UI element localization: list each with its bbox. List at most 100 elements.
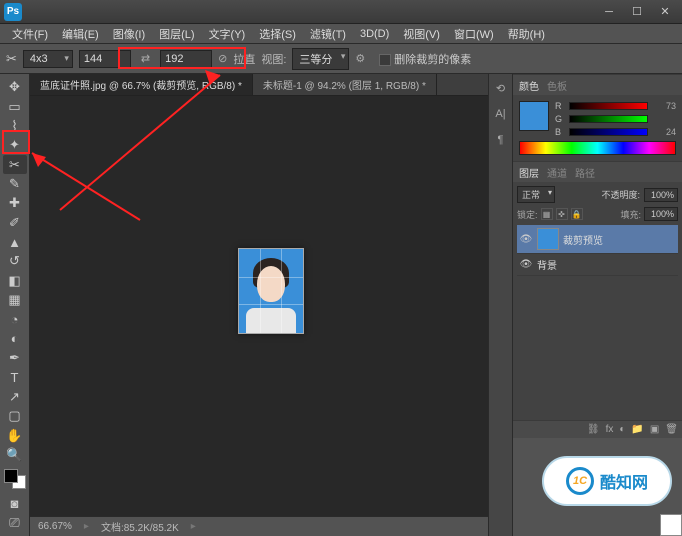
layers-tab[interactable]: 图层 xyxy=(519,165,539,180)
menu-image[interactable]: 图像(I) xyxy=(107,24,151,44)
quickmask-tool[interactable]: ◙ xyxy=(3,494,27,512)
close-button[interactable]: ✕ xyxy=(652,3,678,21)
swatches-tab[interactable]: 色板 xyxy=(547,78,567,93)
healing-tool[interactable]: ✚ xyxy=(3,194,27,212)
eyedropper-tool[interactable]: ✎ xyxy=(3,175,27,193)
crop-tool[interactable]: ✂ xyxy=(3,155,27,173)
menu-filter[interactable]: 滤镜(T) xyxy=(304,24,352,44)
minimize-button[interactable]: ─ xyxy=(596,3,622,21)
lasso-tool[interactable]: ⌇ xyxy=(3,117,27,135)
fx-icon[interactable]: fx xyxy=(606,424,614,435)
document-tabs: 蓝底证件照.jpg @ 66.7% (裁剪预览, RGB/8) * 未标题-1 … xyxy=(30,74,512,96)
visibility-icon[interactable]: 👁 xyxy=(519,259,533,270)
fill-input[interactable]: 100% xyxy=(644,207,678,221)
hue-strip[interactable] xyxy=(519,141,676,155)
gradient-tool[interactable]: ▦ xyxy=(3,291,27,309)
watermark: 1C 酷知网 xyxy=(542,456,672,506)
stamp-tool[interactable]: ▲ xyxy=(3,233,27,251)
menu-view[interactable]: 视图(V) xyxy=(397,24,446,44)
dodge-tool[interactable]: ◐ xyxy=(3,330,27,348)
move-tool[interactable]: ✥ xyxy=(3,78,27,96)
brush-tool[interactable]: ✐ xyxy=(3,214,27,232)
options-bar: ✂ 4x3 144 ⇄ 192 ⊘ 拉直 视图: 三等分 ⚙ 删除裁剪的像素 xyxy=(0,44,682,74)
zoom-level[interactable]: 66.67% xyxy=(38,521,72,532)
history-icon[interactable]: ⟲ xyxy=(493,80,509,96)
paths-tab[interactable]: 路径 xyxy=(575,165,595,180)
layers-panel: 图层 通道 路径 正常 不透明度: 100% 锁定: ▦ ✜ 🔒 填充: xyxy=(513,161,682,438)
zoom-tool[interactable]: 🔍 xyxy=(3,446,27,464)
link-icon[interactable]: ⛓ xyxy=(587,424,600,435)
layer-thumbnail[interactable] xyxy=(537,228,559,250)
layer-row[interactable]: 👁 裁剪预览 xyxy=(517,225,678,254)
canvas-image[interactable] xyxy=(238,248,304,334)
layer-name[interactable]: 背景 xyxy=(537,257,557,272)
layer-row[interactable]: 👁 背景 xyxy=(517,254,678,276)
marquee-tool[interactable]: ▭ xyxy=(3,97,27,115)
menu-edit[interactable]: 编辑(E) xyxy=(56,24,105,44)
screenmode-tool[interactable]: ⎚ xyxy=(3,514,27,532)
status-handle-icon[interactable]: ▸ xyxy=(84,521,89,532)
ratio-dropdown[interactable]: 4x3 xyxy=(23,50,73,68)
opacity-input[interactable]: 100% xyxy=(644,188,678,202)
overlay-dropdown[interactable]: 三等分 xyxy=(292,48,349,70)
channels-tab[interactable]: 通道 xyxy=(547,165,567,180)
character-icon[interactable]: A| xyxy=(493,106,509,122)
menu-help[interactable]: 帮助(H) xyxy=(502,24,551,44)
color-panel: 颜色 色板 R73 G B24 xyxy=(513,74,682,161)
lock-label: 锁定: xyxy=(517,208,538,221)
layer-thumbnail[interactable] xyxy=(660,514,682,536)
lock-all-icon[interactable]: 🔒 xyxy=(571,208,583,220)
type-tool[interactable]: T xyxy=(3,368,27,386)
color-tab[interactable]: 颜色 xyxy=(519,78,539,93)
maximize-button[interactable]: ☐ xyxy=(624,3,650,21)
document-tab-2[interactable]: 未标题-1 @ 94.2% (图层 1, RGB/8) * xyxy=(253,74,437,95)
visibility-icon[interactable]: 👁 xyxy=(519,234,533,245)
crop-width-input[interactable]: 144 xyxy=(79,50,131,68)
hand-tool[interactable]: ✋ xyxy=(3,426,27,444)
b-value[interactable]: 24 xyxy=(652,127,676,137)
pen-tool[interactable]: ✒ xyxy=(3,349,27,367)
document-tab-1[interactable]: 蓝底证件照.jpg @ 66.7% (裁剪预览, RGB/8) * xyxy=(30,74,253,95)
swap-icon[interactable]: ⇄ xyxy=(137,52,154,65)
g-slider[interactable] xyxy=(569,115,648,123)
blur-tool[interactable]: ◔ xyxy=(3,310,27,328)
lock-pixels-icon[interactable]: ▦ xyxy=(541,208,553,220)
status-arrow-icon[interactable]: ▸ xyxy=(191,521,196,532)
menu-window[interactable]: 窗口(W) xyxy=(448,24,500,44)
lock-position-icon[interactable]: ✜ xyxy=(556,208,568,220)
menu-select[interactable]: 选择(S) xyxy=(253,24,302,44)
mask-icon[interactable]: ◐ xyxy=(619,424,625,435)
color-preview[interactable] xyxy=(519,101,549,131)
layer-name[interactable]: 裁剪预览 xyxy=(563,232,603,247)
crop-tool-icon: ✂ xyxy=(6,51,17,67)
trash-icon[interactable]: 🗑 xyxy=(665,424,678,435)
b-slider[interactable] xyxy=(569,128,648,136)
folder-icon[interactable]: 📁 xyxy=(631,424,643,435)
canvas-viewport[interactable] xyxy=(30,96,512,516)
history-brush-tool[interactable]: ↺ xyxy=(3,252,27,270)
menu-file[interactable]: 文件(F) xyxy=(6,24,54,44)
crop-overlay[interactable] xyxy=(238,248,304,334)
crop-height-input[interactable]: 192 xyxy=(160,50,212,68)
canvas-area: 蓝底证件照.jpg @ 66.7% (裁剪预览, RGB/8) * 未标题-1 … xyxy=(30,74,512,536)
path-tool[interactable]: ↗ xyxy=(3,388,27,406)
new-layer-icon[interactable]: ▣ xyxy=(650,424,659,435)
straighten-button[interactable]: 拉直 xyxy=(233,51,255,67)
wand-tool[interactable]: ✦ xyxy=(3,136,27,154)
menu-3d[interactable]: 3D(D) xyxy=(354,26,395,42)
r-slider[interactable] xyxy=(569,102,648,110)
shape-tool[interactable]: ▢ xyxy=(3,407,27,425)
delete-cropped-checkbox[interactable] xyxy=(379,54,391,66)
gear-icon[interactable]: ⚙ xyxy=(355,52,365,65)
menu-layer[interactable]: 图层(L) xyxy=(153,24,200,44)
color-swatch[interactable] xyxy=(4,469,26,489)
toolbox: ✥ ▭ ⌇ ✦ ✂ ✎ ✚ ✐ ▲ ↺ ◧ ▦ ◔ ◐ ✒ T ↗ ▢ ✋ 🔍 … xyxy=(0,74,30,536)
blend-mode-dropdown[interactable]: 正常 xyxy=(517,186,555,203)
r-value[interactable]: 73 xyxy=(652,101,676,111)
menu-bar: 文件(F) 编辑(E) 图像(I) 图层(L) 文字(Y) 选择(S) 滤镜(T… xyxy=(0,24,682,44)
menu-type[interactable]: 文字(Y) xyxy=(203,24,252,44)
clear-icon[interactable]: ⊘ xyxy=(218,52,227,65)
paragraph-icon[interactable]: ¶ xyxy=(493,132,509,148)
view-label: 视图: xyxy=(261,51,286,67)
eraser-tool[interactable]: ◧ xyxy=(3,272,27,290)
